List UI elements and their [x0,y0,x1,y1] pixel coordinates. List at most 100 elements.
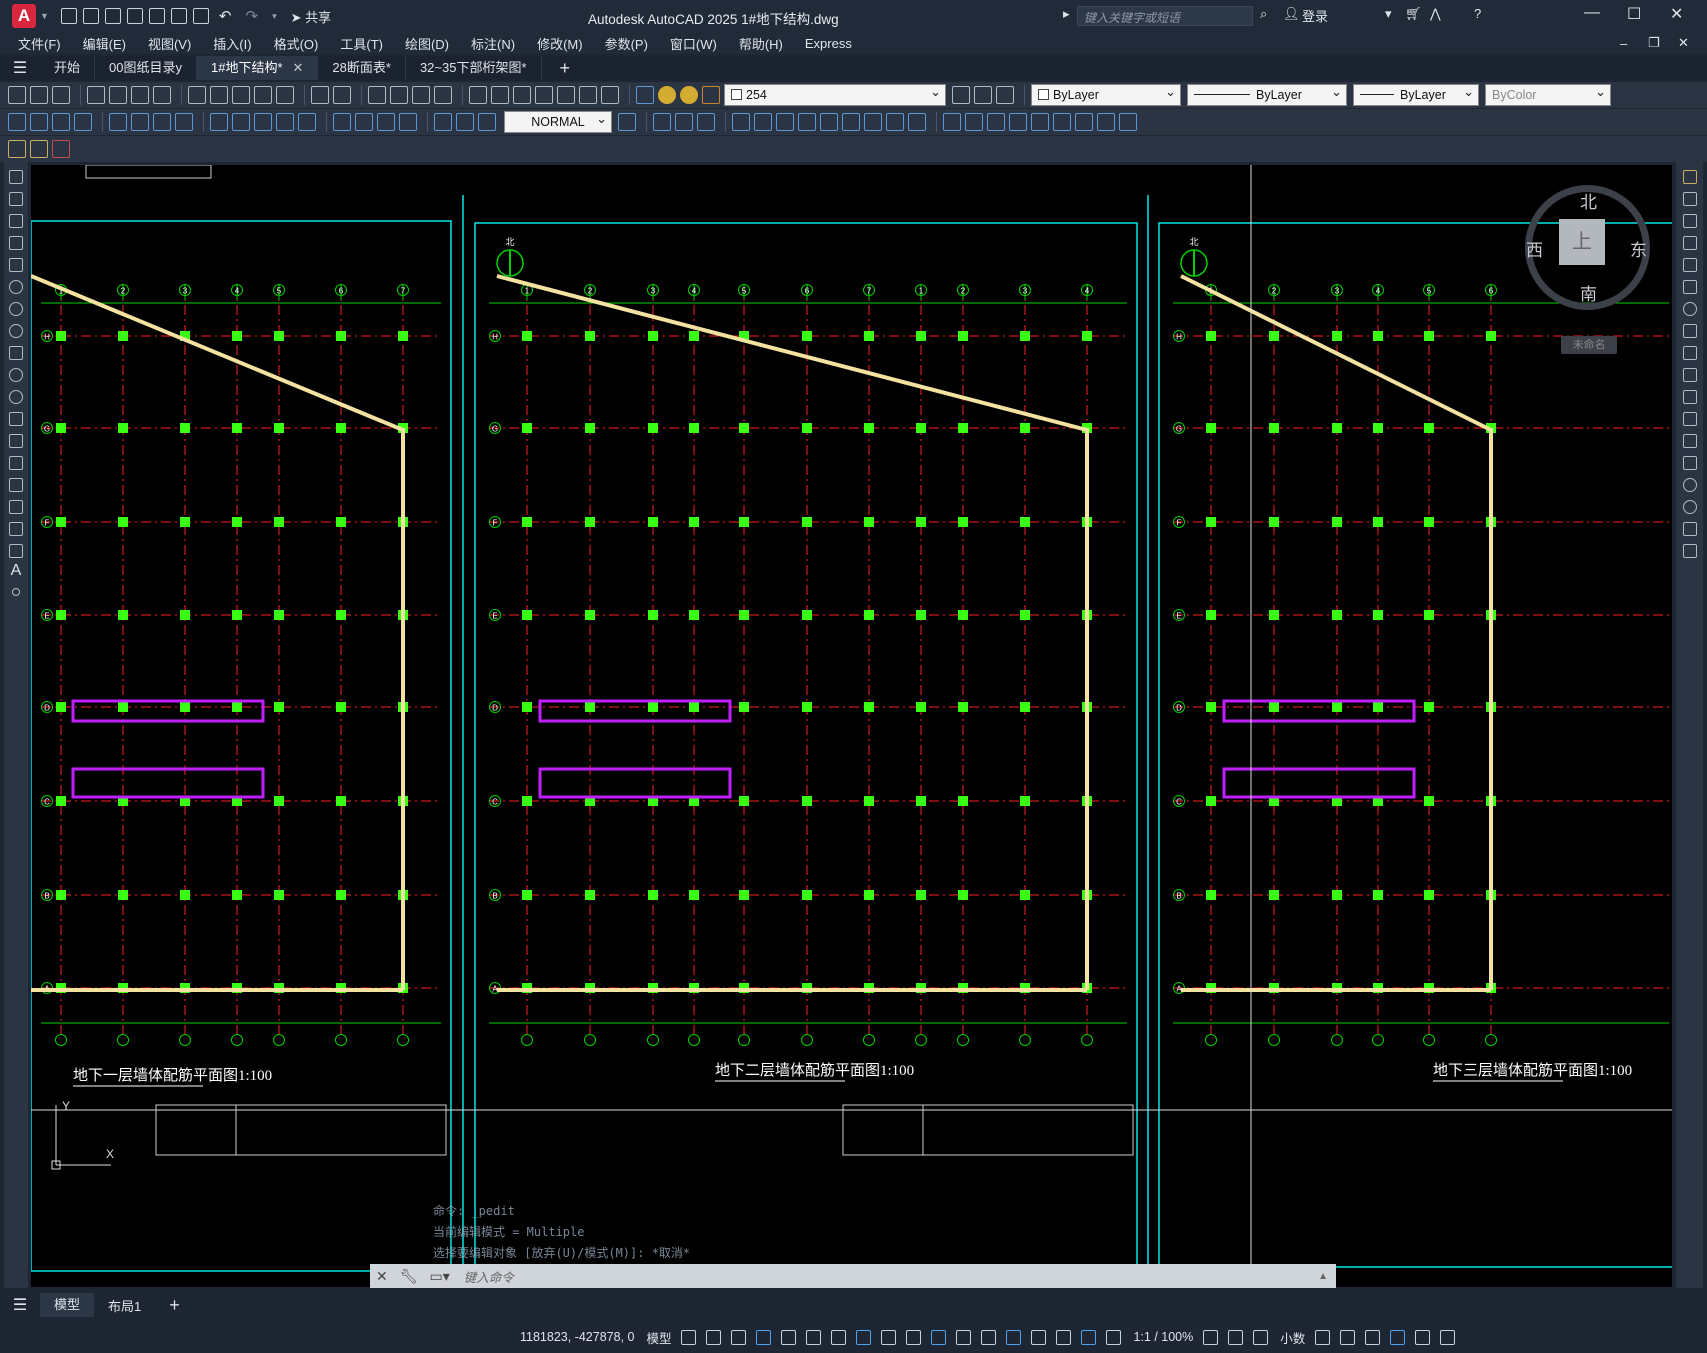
doc-minimize-icon[interactable]: – [1620,36,1627,51]
dim-space-icon[interactable] [276,113,294,131]
zoom-realtime-icon[interactable] [390,86,408,104]
infer-constraints-icon[interactable] [731,1329,747,1345]
match-properties-icon[interactable] [254,86,272,104]
explode-icon[interactable] [1682,544,1697,558]
edit-tool-1-icon[interactable] [8,140,26,158]
array-icon[interactable] [1682,258,1697,272]
cut-icon[interactable] [188,86,206,104]
file-tabs-menu-icon[interactable]: ☰ [0,58,40,78]
loft-icon[interactable] [820,113,838,131]
annotation-visibility-icon[interactable] [1081,1329,1097,1345]
graphics-performance-icon[interactable] [1390,1329,1406,1345]
offset-icon[interactable] [1682,236,1697,250]
isodraft-icon[interactable] [831,1329,847,1345]
region-icon[interactable] [9,522,23,536]
cart-icon[interactable]: 🛒︎ [1405,6,1422,22]
color-dropdown[interactable]: ByLayer [1031,82,1181,106]
undo-icon[interactable] [311,86,329,104]
layer-dropdown[interactable]: 254 [724,82,946,106]
qnew-icon[interactable] [8,86,26,104]
polygon-icon[interactable] [9,236,23,250]
menu-express[interactable]: Express [805,36,852,51]
tool-palettes-icon[interactable] [513,86,531,104]
drawing-canvas[interactable]: HGFEDCBA1234567地下一层墙体配筋平面图1:100HGFEDCBA1… [31,165,1672,1287]
menu-view[interactable]: 视图(V) [148,34,191,53]
menu-help[interactable]: 帮助(H) [739,34,783,53]
lineweight-icon[interactable] [906,1329,922,1345]
save-icon[interactable] [104,8,121,24]
object-snap-icon[interactable] [881,1329,897,1345]
autocad-logo[interactable]: A [12,4,36,28]
section-plane-icon[interactable] [943,113,961,131]
inspection-icon[interactable] [377,113,395,131]
move-icon[interactable] [1682,280,1697,294]
union-icon[interactable] [842,113,860,131]
solid-cone-icon[interactable] [697,113,715,131]
menu-parametric[interactable]: 参数(P) [605,34,648,53]
help-search-input[interactable]: 键入关键字或短语 [1077,6,1253,26]
menu-insert[interactable]: 插入(I) [213,34,251,53]
menu-window[interactable]: 窗口(W) [670,34,717,53]
plotstyle-dropdown[interactable]: ByColor [1485,82,1611,106]
customize-icon[interactable]: 🔧︎ [400,1268,418,1285]
tab-drawing-index[interactable]: 00图纸目录y [95,56,197,80]
tab-layout1[interactable]: 布局1 [94,1296,155,1315]
ellipse-arc-icon[interactable] [9,390,23,404]
center-mark-icon[interactable] [355,113,373,131]
search-icon[interactable]: ⌕ [1260,6,1267,22]
revolve-icon[interactable] [798,113,816,131]
viewcube-north[interactable]: 北 [1580,188,1597,213]
dim-update-icon[interactable] [478,113,496,131]
viewcube-east[interactable]: 东 [1630,236,1647,261]
lineweight-dropdown[interactable]: ByLayer [1353,82,1479,106]
aligned-dim-icon[interactable] [30,113,48,131]
copy-object-icon[interactable] [1682,192,1697,206]
units-dropdown[interactable]: 小数 [1280,1328,1305,1347]
selection-filter-icon[interactable] [1031,1329,1047,1345]
close-command-line-icon[interactable]: ✕ [376,1268,388,1285]
point-icon[interactable] [9,456,23,470]
save-web-icon[interactable] [170,8,187,24]
layer-freeze-icon[interactable] [680,86,698,104]
wcs-menu[interactable]: 未命名 [1561,336,1617,354]
arc-length-dim-icon[interactable] [52,113,70,131]
continue-dim-icon[interactable] [254,113,272,131]
save-as-icon[interactable] [126,8,143,24]
viewcube-west[interactable]: 西 [1526,236,1543,261]
login-button[interactable]: 登录 [1302,6,1328,25]
menu-dimension[interactable]: 标注(N) [471,34,515,53]
trim-icon[interactable] [1682,368,1697,382]
open-web-icon[interactable] [148,8,165,24]
dim-style-icon[interactable] [618,113,636,131]
tab-section-table[interactable]: 28断面表* [318,56,406,80]
layer-previous-icon[interactable] [974,86,992,104]
open-icon[interactable] [30,86,48,104]
viewcube[interactable]: 北 南 西 东 上 [1525,185,1650,310]
jogged-linear-icon[interactable] [399,113,417,131]
presspull-icon[interactable] [754,113,772,131]
rectangle-icon[interactable] [9,258,23,272]
close-tab-icon[interactable]: ✕ [293,60,304,75]
convert-solid-icon[interactable] [1053,113,1071,131]
save-icon[interactable] [52,86,70,104]
layout-menu-icon[interactable]: ☰ [0,1295,40,1315]
line-icon[interactable] [9,170,23,184]
command-input[interactable]: 键入命令 [464,1267,514,1286]
imprint-icon[interactable] [1075,113,1093,131]
redo-icon[interactable] [333,86,351,104]
circle-icon[interactable] [9,302,23,316]
intersect-icon[interactable] [886,113,904,131]
radius-dim-icon[interactable] [109,113,127,131]
plot-icon[interactable] [192,8,209,24]
extend-icon[interactable] [1682,390,1697,404]
ortho-icon[interactable] [781,1329,797,1345]
menu-modify[interactable]: 修改(M) [537,34,583,53]
mirror-icon[interactable] [1682,214,1697,228]
fillet-icon[interactable] [1682,500,1697,514]
doc-restore-icon[interactable]: ❐ [1648,35,1660,51]
interfere-icon[interactable] [1031,113,1049,131]
ellipse-icon[interactable] [9,368,23,382]
annotation-scale[interactable]: 1:1 / 100% [1133,1330,1193,1344]
dynamic-input-icon[interactable] [756,1329,772,1345]
grid-icon[interactable] [681,1329,697,1345]
